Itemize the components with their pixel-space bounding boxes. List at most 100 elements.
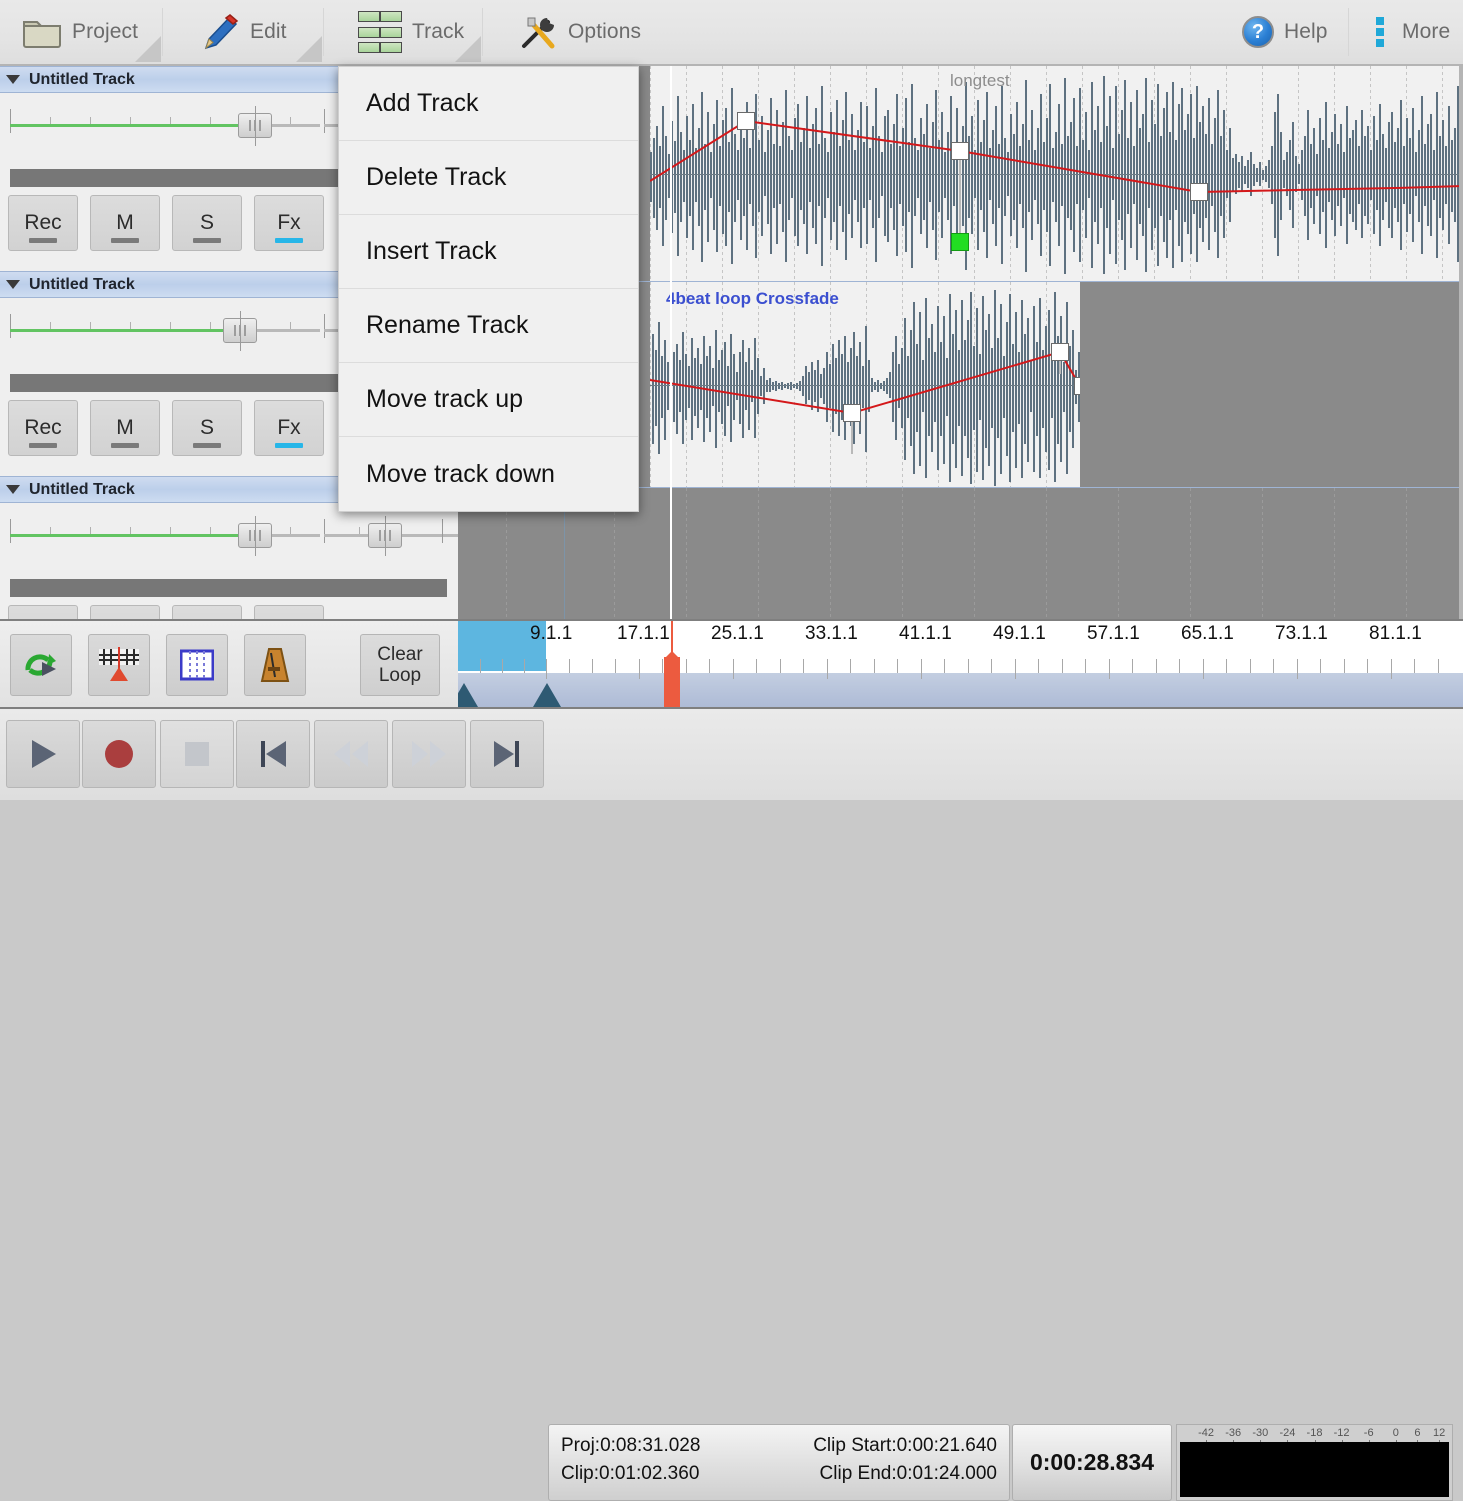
ruler-label: 33.1.1 bbox=[805, 623, 858, 645]
clear-loop-button[interactable]: Clear Loop bbox=[360, 634, 440, 696]
pan-slider[interactable] bbox=[10, 525, 320, 545]
rec-button[interactable]: Rec bbox=[8, 400, 78, 456]
metronome-button[interactable] bbox=[244, 634, 306, 696]
envelope-point[interactable] bbox=[951, 142, 969, 160]
toolbar-item-help[interactable]: ? Help bbox=[1228, 0, 1342, 64]
collapse-triangle-icon[interactable] bbox=[6, 485, 20, 494]
pan-slider[interactable] bbox=[10, 115, 320, 135]
solo-button[interactable]: S bbox=[172, 400, 242, 456]
envelope-point-selected[interactable] bbox=[951, 233, 969, 251]
toolbar-item-options[interactable]: Options bbox=[504, 0, 655, 64]
collapse-triangle-icon[interactable] bbox=[6, 280, 20, 289]
rec-button[interactable]: Rec bbox=[8, 195, 78, 251]
rec-button[interactable]: Rec bbox=[8, 605, 78, 619]
pan-slider-knob[interactable] bbox=[223, 318, 257, 343]
fx-button[interactable]: Fx bbox=[254, 195, 324, 251]
toolbar-item-project[interactable]: Project bbox=[8, 0, 152, 64]
pencil-icon bbox=[200, 14, 240, 50]
ruler-label: 49.1.1 bbox=[993, 623, 1046, 645]
snap-button[interactable] bbox=[88, 634, 150, 696]
track-grid-icon bbox=[358, 11, 402, 53]
rec-label: Rec bbox=[24, 211, 61, 235]
track-buttons: Rec M S Fx bbox=[8, 195, 324, 251]
meter-tick-label: -24 bbox=[1279, 1427, 1295, 1439]
volume-slider-knob[interactable] bbox=[368, 523, 402, 548]
skip-to-end-button[interactable] bbox=[470, 720, 544, 788]
grid-button[interactable] bbox=[166, 634, 228, 696]
ruler-label: 9.1.1 bbox=[530, 623, 572, 645]
mute-button[interactable]: M bbox=[90, 195, 160, 251]
solo-button[interactable]: S bbox=[172, 605, 242, 619]
stop-icon bbox=[182, 739, 212, 769]
loop-start-marker[interactable] bbox=[458, 683, 478, 707]
mute-label: M bbox=[116, 211, 134, 235]
track-sliders bbox=[0, 503, 458, 565]
menu-item-add-track[interactable]: Add Track bbox=[339, 67, 638, 141]
play-button[interactable] bbox=[6, 720, 80, 788]
toolbar-divider-2 bbox=[323, 8, 324, 56]
play-icon bbox=[26, 737, 60, 771]
volume-slider[interactable] bbox=[324, 525, 458, 545]
envelope-point[interactable] bbox=[1051, 343, 1069, 361]
pan-slider[interactable] bbox=[10, 320, 320, 340]
track-context-menu[interactable]: Add Track Delete Track Insert Track Rena… bbox=[338, 66, 639, 512]
folder-icon bbox=[22, 16, 62, 48]
fx-label: Fx bbox=[277, 211, 300, 235]
menu-item-label: Delete Track bbox=[366, 163, 506, 192]
toolbar-item-edit[interactable]: Edit bbox=[186, 0, 301, 64]
audio-clip[interactable]: longtest bbox=[650, 66, 1463, 282]
playhead-line bbox=[670, 66, 672, 619]
rewind-button[interactable] bbox=[314, 720, 388, 788]
fx-button[interactable]: Fx bbox=[254, 605, 324, 619]
toolbar-item-more[interactable]: More bbox=[1362, 0, 1463, 64]
loop-end-marker[interactable] bbox=[533, 683, 561, 707]
mute-button[interactable]: M bbox=[90, 605, 160, 619]
envelope-point[interactable] bbox=[1074, 377, 1080, 395]
vertical-scrollbar[interactable] bbox=[1459, 66, 1463, 619]
transport-bar: Proj:0:08:31.028 Clip Start:0:00:21.640 … bbox=[0, 709, 1463, 800]
mute-label: M bbox=[116, 416, 134, 440]
meter-tick-label: 12 bbox=[1433, 1427, 1445, 1439]
meter-tick-label: 6 bbox=[1414, 1427, 1420, 1439]
envelope-point[interactable] bbox=[737, 112, 755, 130]
solo-label: S bbox=[200, 211, 214, 235]
toolbar-divider-3 bbox=[482, 8, 483, 56]
more-vertical-icon bbox=[1376, 17, 1384, 47]
pan-slider-knob[interactable] bbox=[238, 113, 272, 138]
meter-tick-label: -42 bbox=[1198, 1427, 1214, 1439]
rec-label: Rec bbox=[24, 416, 61, 440]
loop-toggle-button[interactable] bbox=[10, 634, 72, 696]
menu-item-move-track-down[interactable]: Move track down bbox=[339, 437, 638, 511]
playhead-cursor[interactable] bbox=[664, 657, 680, 707]
pan-slider-knob[interactable] bbox=[238, 523, 272, 548]
envelope-point[interactable] bbox=[1190, 183, 1208, 201]
mute-button[interactable]: M bbox=[90, 400, 160, 456]
menu-item-insert-track[interactable]: Insert Track bbox=[339, 215, 638, 289]
help-icon: ? bbox=[1242, 16, 1274, 48]
ruler-label: 57.1.1 bbox=[1087, 623, 1140, 645]
grid-icon bbox=[180, 648, 214, 682]
solo-button[interactable]: S bbox=[172, 195, 242, 251]
fast-forward-button[interactable] bbox=[392, 720, 466, 788]
record-button[interactable] bbox=[82, 720, 156, 788]
timeline-ruler[interactable]: 9.1.1 17.1.1 25.1.1 33.1.1 41.1.1 49.1.1… bbox=[458, 619, 1463, 709]
envelope-point[interactable] bbox=[843, 404, 861, 422]
meter-tick-label: -30 bbox=[1252, 1427, 1268, 1439]
solo-label: S bbox=[200, 416, 214, 440]
collapse-triangle-icon[interactable] bbox=[6, 75, 20, 84]
menu-item-delete-track[interactable]: Delete Track bbox=[339, 141, 638, 215]
record-icon bbox=[102, 737, 136, 771]
audio-clip[interactable]: 4beat loop Crossfade bbox=[650, 282, 1080, 488]
stop-button[interactable] bbox=[160, 720, 234, 788]
playhead-time-display[interactable]: 0:00:28.834 bbox=[1012, 1424, 1172, 1501]
clip-start-time: Clip Start:0:00:21.640 bbox=[813, 1432, 997, 1460]
menu-item-rename-track[interactable]: Rename Track bbox=[339, 289, 638, 363]
meter-tick-label: 0 bbox=[1393, 1427, 1399, 1439]
meter-tick-label: -12 bbox=[1334, 1427, 1350, 1439]
level-meter: -42 -36 -30 -24 -18 -12 -6 0 6 12 bbox=[1176, 1424, 1453, 1501]
skip-to-start-button[interactable] bbox=[236, 720, 310, 788]
ruler-band bbox=[458, 673, 1463, 707]
menu-item-move-track-up[interactable]: Move track up bbox=[339, 363, 638, 437]
rewind-icon bbox=[331, 739, 371, 769]
fx-button[interactable]: Fx bbox=[254, 400, 324, 456]
